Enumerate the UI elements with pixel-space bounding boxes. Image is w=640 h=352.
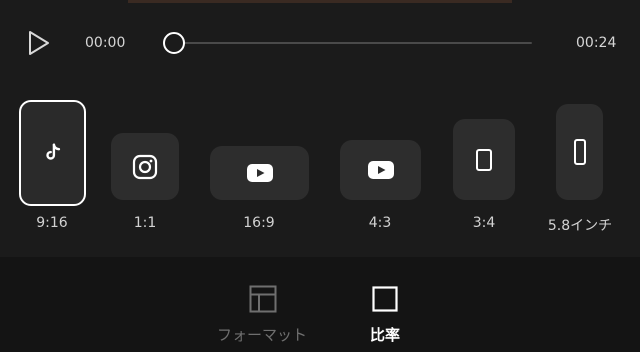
total-time: 00:24 [576, 35, 617, 51]
ratio-label: 9:16 [36, 215, 68, 231]
ratio-tile [19, 100, 86, 206]
tall-phone-icon [573, 138, 587, 166]
instagram-icon [132, 154, 158, 180]
ratio-tile [340, 140, 421, 200]
play-icon [29, 31, 49, 55]
ratio-label: 5.8インチ [547, 218, 613, 234]
ratio-label: 4:3 [368, 215, 392, 231]
layout-icon [249, 285, 277, 317]
tiktok-icon [42, 142, 64, 164]
tab-label: 比率 [369, 326, 401, 344]
ratio-tile [111, 133, 179, 200]
ratio-tile [210, 146, 309, 200]
current-time: 00:00 [85, 35, 126, 51]
ratio-tile [556, 104, 603, 200]
youtube-icon [246, 164, 273, 182]
seek-thumb[interactable] [163, 32, 185, 54]
ratio-tile [453, 119, 515, 200]
ratio-label: 3:4 [472, 215, 496, 231]
play-button[interactable] [27, 30, 51, 56]
ratio-label: 1:1 [133, 215, 157, 231]
bottom-tab-bar: フォーマット 比率 [0, 257, 640, 352]
youtube-icon [367, 161, 394, 179]
seek-track[interactable] [174, 42, 532, 44]
portrait-phone-icon [475, 148, 493, 172]
tab-label: フォーマット [216, 326, 308, 344]
video-preview-edge [128, 0, 512, 3]
square-icon [372, 286, 398, 316]
ratio-label: 16:9 [243, 215, 275, 231]
